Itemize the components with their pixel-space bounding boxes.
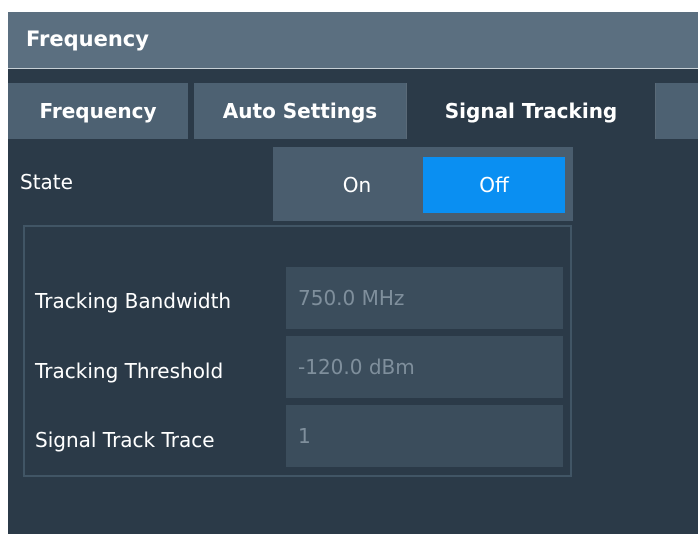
tab-signal-tracking[interactable]: Signal Tracking [406,83,656,139]
tab-bar: Frequency Auto Settings Signal Tracking [8,69,698,139]
tracking-settings-group: Tracking Bandwidth 750.0 MHz Tracking Th… [23,225,572,477]
state-off-button[interactable]: Off [423,157,565,213]
signal-tracking-panel: State On Off Tracking Bandwidth 750.0 MH… [8,139,698,534]
state-on-button[interactable]: On [289,157,425,213]
signal-track-trace-label: Signal Track Trace [35,428,215,452]
tab-frequency[interactable]: Frequency [8,83,188,139]
dialog-title: Frequency [26,27,149,51]
dialog-titlebar: Frequency [8,12,698,69]
tracking-threshold-label: Tracking Threshold [35,359,224,383]
signal-track-trace-field[interactable]: 1 [286,405,563,467]
state-label: State [20,170,73,194]
state-toggle[interactable]: On Off [273,147,573,221]
tracking-threshold-field[interactable]: -120.0 dBm [286,336,563,398]
tab-auto-settings[interactable]: Auto Settings [194,83,406,139]
frequency-dialog: Frequency Frequency Auto Settings Signal… [8,12,698,534]
tracking-bandwidth-label: Tracking Bandwidth [35,289,232,313]
tracking-bandwidth-field[interactable]: 750.0 MHz [286,267,563,329]
tab-bar-filler [656,83,698,139]
